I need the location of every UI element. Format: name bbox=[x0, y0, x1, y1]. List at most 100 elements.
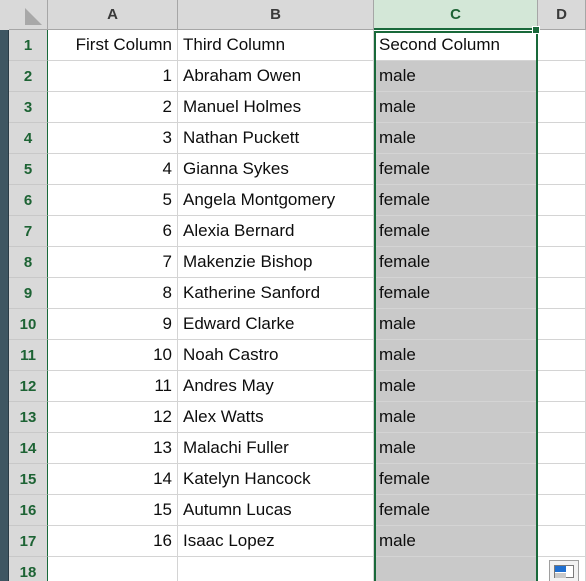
cell-A3[interactable]: 2 bbox=[48, 92, 178, 123]
cell-C8[interactable]: female bbox=[374, 247, 538, 278]
cell-C5[interactable]: female bbox=[374, 154, 538, 185]
cell-A5[interactable]: 4 bbox=[48, 154, 178, 185]
cell-C13[interactable]: male bbox=[374, 402, 538, 433]
cell-D11[interactable] bbox=[538, 340, 586, 371]
cell-C15[interactable]: female bbox=[374, 464, 538, 495]
paste-options-icon[interactable] bbox=[549, 560, 579, 581]
cell-B5[interactable]: Gianna Sykes bbox=[178, 154, 374, 185]
cell-D17[interactable] bbox=[538, 526, 586, 557]
cell-A17[interactable]: 16 bbox=[48, 526, 178, 557]
cell-A16[interactable]: 15 bbox=[48, 495, 178, 526]
cell-B4[interactable]: Nathan Puckett bbox=[178, 123, 374, 154]
window-left-edge-top bbox=[0, 0, 9, 30]
row-header-1[interactable]: 1 bbox=[9, 30, 48, 61]
cell-D15[interactable] bbox=[538, 464, 586, 495]
cell-C10[interactable]: male bbox=[374, 309, 538, 340]
cell-A18[interactable] bbox=[48, 557, 178, 581]
cell-B13[interactable]: Alex Watts bbox=[178, 402, 374, 433]
cell-D7[interactable] bbox=[538, 216, 586, 247]
cell-B14[interactable]: Malachi Fuller bbox=[178, 433, 374, 464]
cell-C2[interactable]: male bbox=[374, 61, 538, 92]
cell-D16[interactable] bbox=[538, 495, 586, 526]
cell-D4[interactable] bbox=[538, 123, 586, 154]
row-header-9[interactable]: 9 bbox=[9, 278, 48, 309]
cell-A4[interactable]: 3 bbox=[48, 123, 178, 154]
cell-D2[interactable] bbox=[538, 61, 586, 92]
row-header-13[interactable]: 13 bbox=[9, 402, 48, 433]
row-header-18[interactable]: 18 bbox=[9, 557, 48, 581]
cell-A15[interactable]: 14 bbox=[48, 464, 178, 495]
row-header-11[interactable]: 11 bbox=[9, 340, 48, 371]
cell-D12[interactable] bbox=[538, 371, 586, 402]
cell-C7[interactable]: female bbox=[374, 216, 538, 247]
row-header-5[interactable]: 5 bbox=[9, 154, 48, 185]
cell-B1[interactable]: Third Column bbox=[178, 30, 374, 61]
row-header-12[interactable]: 12 bbox=[9, 371, 48, 402]
row-header-14[interactable]: 14 bbox=[9, 433, 48, 464]
window-left-edge bbox=[0, 0, 9, 581]
cell-B7[interactable]: Alexia Bernard bbox=[178, 216, 374, 247]
cell-A2[interactable]: 1 bbox=[48, 61, 178, 92]
select-all-corner-button[interactable] bbox=[9, 0, 48, 30]
cell-B16[interactable]: Autumn Lucas bbox=[178, 495, 374, 526]
cell-B3[interactable]: Manuel Holmes bbox=[178, 92, 374, 123]
cell-C12[interactable]: male bbox=[374, 371, 538, 402]
cell-D8[interactable] bbox=[538, 247, 586, 278]
cell-C11[interactable]: male bbox=[374, 340, 538, 371]
row-header-4[interactable]: 4 bbox=[9, 123, 48, 154]
column-header-b[interactable]: B bbox=[178, 0, 374, 30]
cell-C3[interactable]: male bbox=[374, 92, 538, 123]
cell-C16[interactable]: female bbox=[374, 495, 538, 526]
cell-C14[interactable]: male bbox=[374, 433, 538, 464]
paste-options-glyph bbox=[554, 564, 574, 578]
row-header-3[interactable]: 3 bbox=[9, 92, 48, 123]
cell-B10[interactable]: Edward Clarke bbox=[178, 309, 374, 340]
select-all-corner-icon bbox=[25, 8, 42, 25]
cell-C17[interactable]: male bbox=[374, 526, 538, 557]
cell-B12[interactable]: Andres May bbox=[178, 371, 374, 402]
row-header-17[interactable]: 17 bbox=[9, 526, 48, 557]
fill-handle[interactable] bbox=[532, 26, 540, 34]
cell-A13[interactable]: 12 bbox=[48, 402, 178, 433]
cell-D14[interactable] bbox=[538, 433, 586, 464]
cell-D13[interactable] bbox=[538, 402, 586, 433]
cell-A7[interactable]: 6 bbox=[48, 216, 178, 247]
cell-B15[interactable]: Katelyn Hancock bbox=[178, 464, 374, 495]
cell-D6[interactable] bbox=[538, 185, 586, 216]
cell-D9[interactable] bbox=[538, 278, 586, 309]
row-header-16[interactable]: 16 bbox=[9, 495, 48, 526]
cell-B8[interactable]: Makenzie Bishop bbox=[178, 247, 374, 278]
cell-C1[interactable]: Second Column bbox=[374, 30, 538, 61]
cell-A9[interactable]: 8 bbox=[48, 278, 178, 309]
cell-C6[interactable]: female bbox=[374, 185, 538, 216]
cell-A8[interactable]: 7 bbox=[48, 247, 178, 278]
column-header-a[interactable]: A bbox=[48, 0, 178, 30]
row-header-7[interactable]: 7 bbox=[9, 216, 48, 247]
row-header-2[interactable]: 2 bbox=[9, 61, 48, 92]
cell-B18[interactable] bbox=[178, 557, 374, 581]
cell-D3[interactable] bbox=[538, 92, 586, 123]
cell-A1[interactable]: First Column bbox=[48, 30, 178, 61]
cell-D5[interactable] bbox=[538, 154, 586, 185]
cell-C18[interactable] bbox=[374, 557, 538, 581]
cell-B17[interactable]: Isaac Lopez bbox=[178, 526, 374, 557]
cell-B11[interactable]: Noah Castro bbox=[178, 340, 374, 371]
cell-D1[interactable] bbox=[538, 30, 586, 61]
column-header-d[interactable]: D bbox=[538, 0, 586, 30]
column-header-c[interactable]: C bbox=[374, 0, 538, 30]
cell-A14[interactable]: 13 bbox=[48, 433, 178, 464]
row-header-15[interactable]: 15 bbox=[9, 464, 48, 495]
cell-C4[interactable]: male bbox=[374, 123, 538, 154]
cell-A6[interactable]: 5 bbox=[48, 185, 178, 216]
cell-B6[interactable]: Angela Montgomery bbox=[178, 185, 374, 216]
cell-A10[interactable]: 9 bbox=[48, 309, 178, 340]
cell-B2[interactable]: Abraham Owen bbox=[178, 61, 374, 92]
row-header-6[interactable]: 6 bbox=[9, 185, 48, 216]
cell-D10[interactable] bbox=[538, 309, 586, 340]
cell-B9[interactable]: Katherine Sanford bbox=[178, 278, 374, 309]
cell-A12[interactable]: 11 bbox=[48, 371, 178, 402]
cell-C9[interactable]: female bbox=[374, 278, 538, 309]
row-header-8[interactable]: 8 bbox=[9, 247, 48, 278]
cell-A11[interactable]: 10 bbox=[48, 340, 178, 371]
row-header-10[interactable]: 10 bbox=[9, 309, 48, 340]
